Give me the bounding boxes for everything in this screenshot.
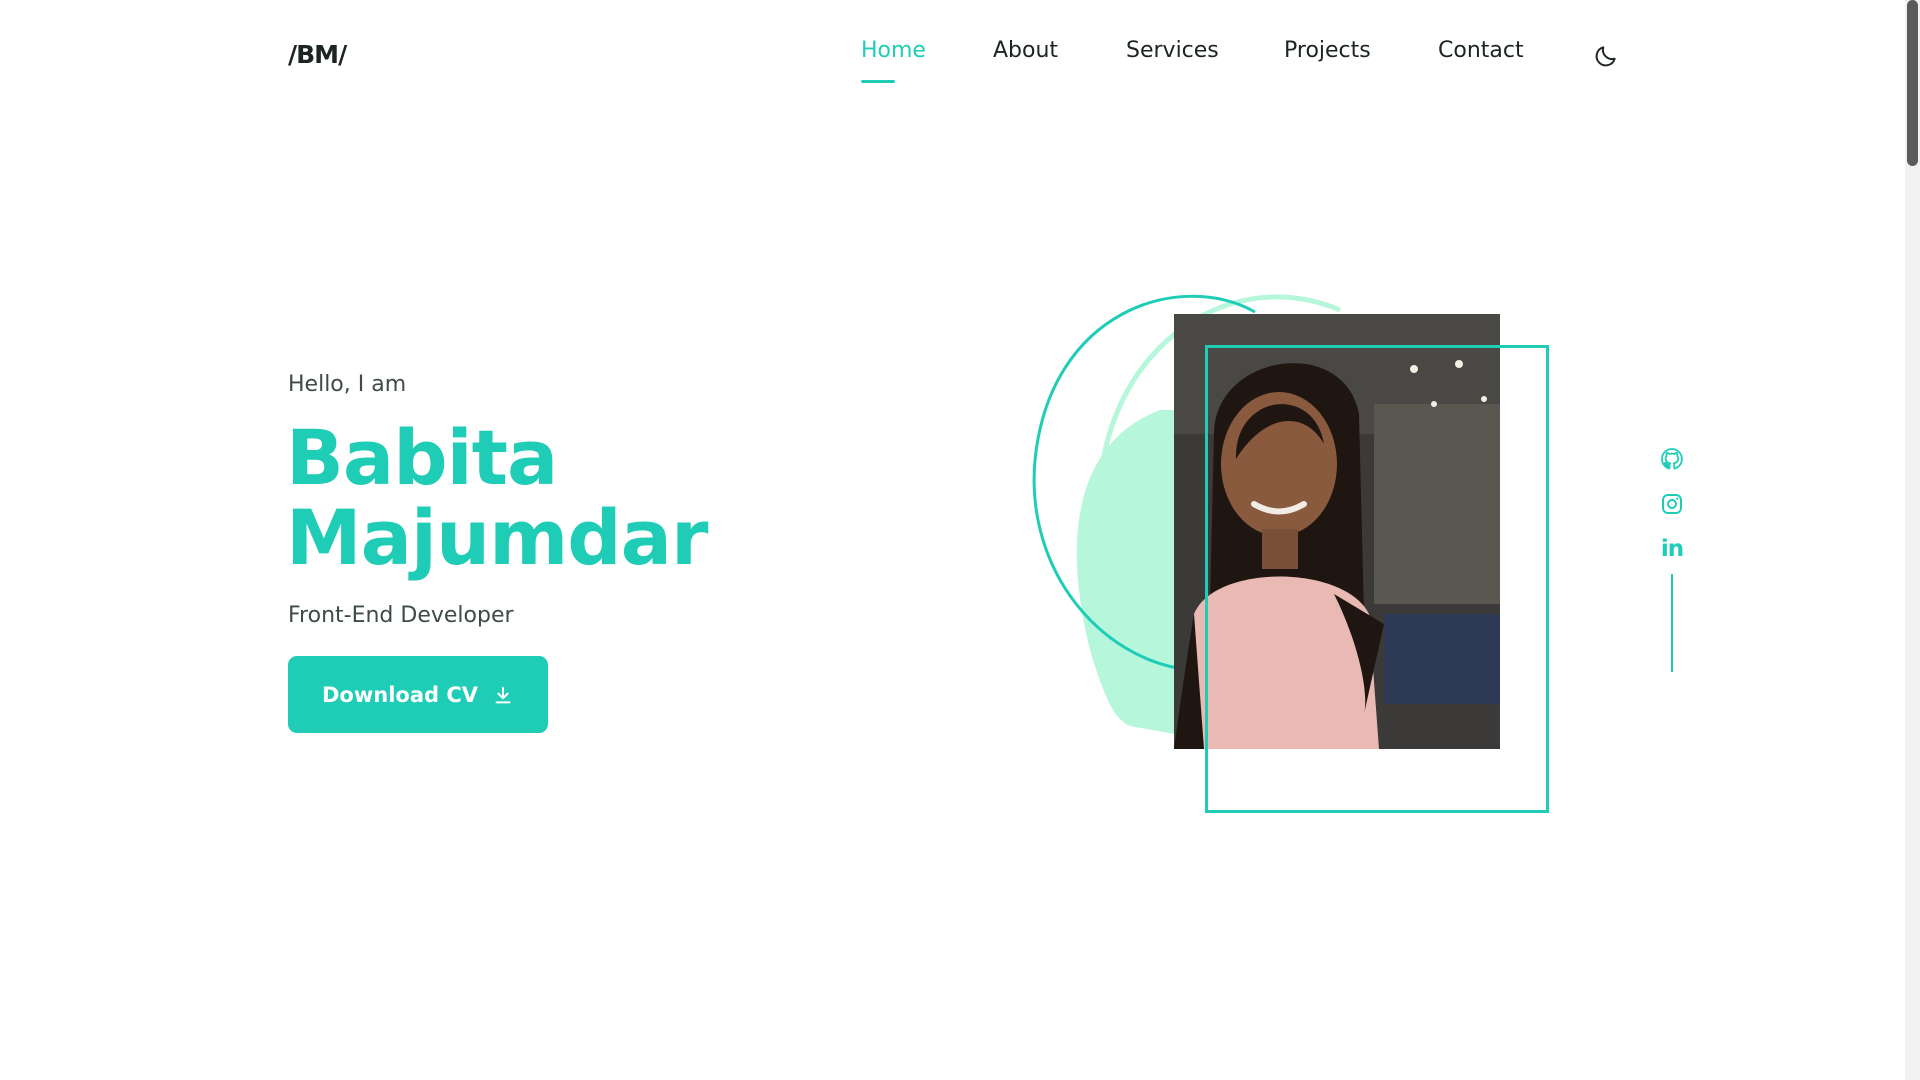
portfolio-page: /BM/ Home About Services Projects Contac… — [0, 0, 1920, 1080]
nav-home[interactable]: Home — [861, 38, 926, 63]
hero-name-last: Majumdar — [286, 493, 708, 582]
download-cv-button[interactable]: Download CV — [288, 656, 548, 733]
nav-services[interactable]: Services — [1126, 38, 1219, 63]
moon-icon — [1595, 46, 1616, 67]
social-links: in — [1660, 447, 1684, 582]
github-link[interactable] — [1660, 447, 1684, 471]
nav-projects[interactable]: Projects — [1284, 38, 1371, 63]
scrollbar-thumb[interactable] — [1907, 0, 1918, 166]
social-divider-line — [1671, 574, 1673, 672]
github-icon — [1661, 448, 1683, 470]
nav-contact[interactable]: Contact — [1438, 38, 1524, 63]
download-icon — [495, 686, 511, 703]
page-scrollbar[interactable] — [1905, 0, 1920, 1080]
nav-active-indicator — [861, 80, 895, 83]
theme-toggle-button[interactable] — [1593, 43, 1619, 69]
instagram-link[interactable] — [1660, 492, 1684, 516]
download-cv-label: Download CV — [321, 682, 478, 707]
hero-role: Front-End Developer — [288, 603, 514, 628]
hero-name-first: Babita — [286, 413, 558, 502]
decor-blob — [1076, 410, 1180, 735]
nav-about[interactable]: About — [993, 38, 1058, 63]
linkedin-icon: in — [1660, 536, 1684, 562]
photo-frame — [1205, 345, 1549, 813]
instagram-icon — [1662, 494, 1682, 514]
hero-name: Babita Majumdar — [286, 413, 708, 582]
linkedin-link[interactable]: in — [1660, 537, 1684, 561]
main-nav: Home About Services Projects Contact — [0, 38, 1920, 78]
hero-greeting: Hello, I am — [288, 372, 407, 397]
